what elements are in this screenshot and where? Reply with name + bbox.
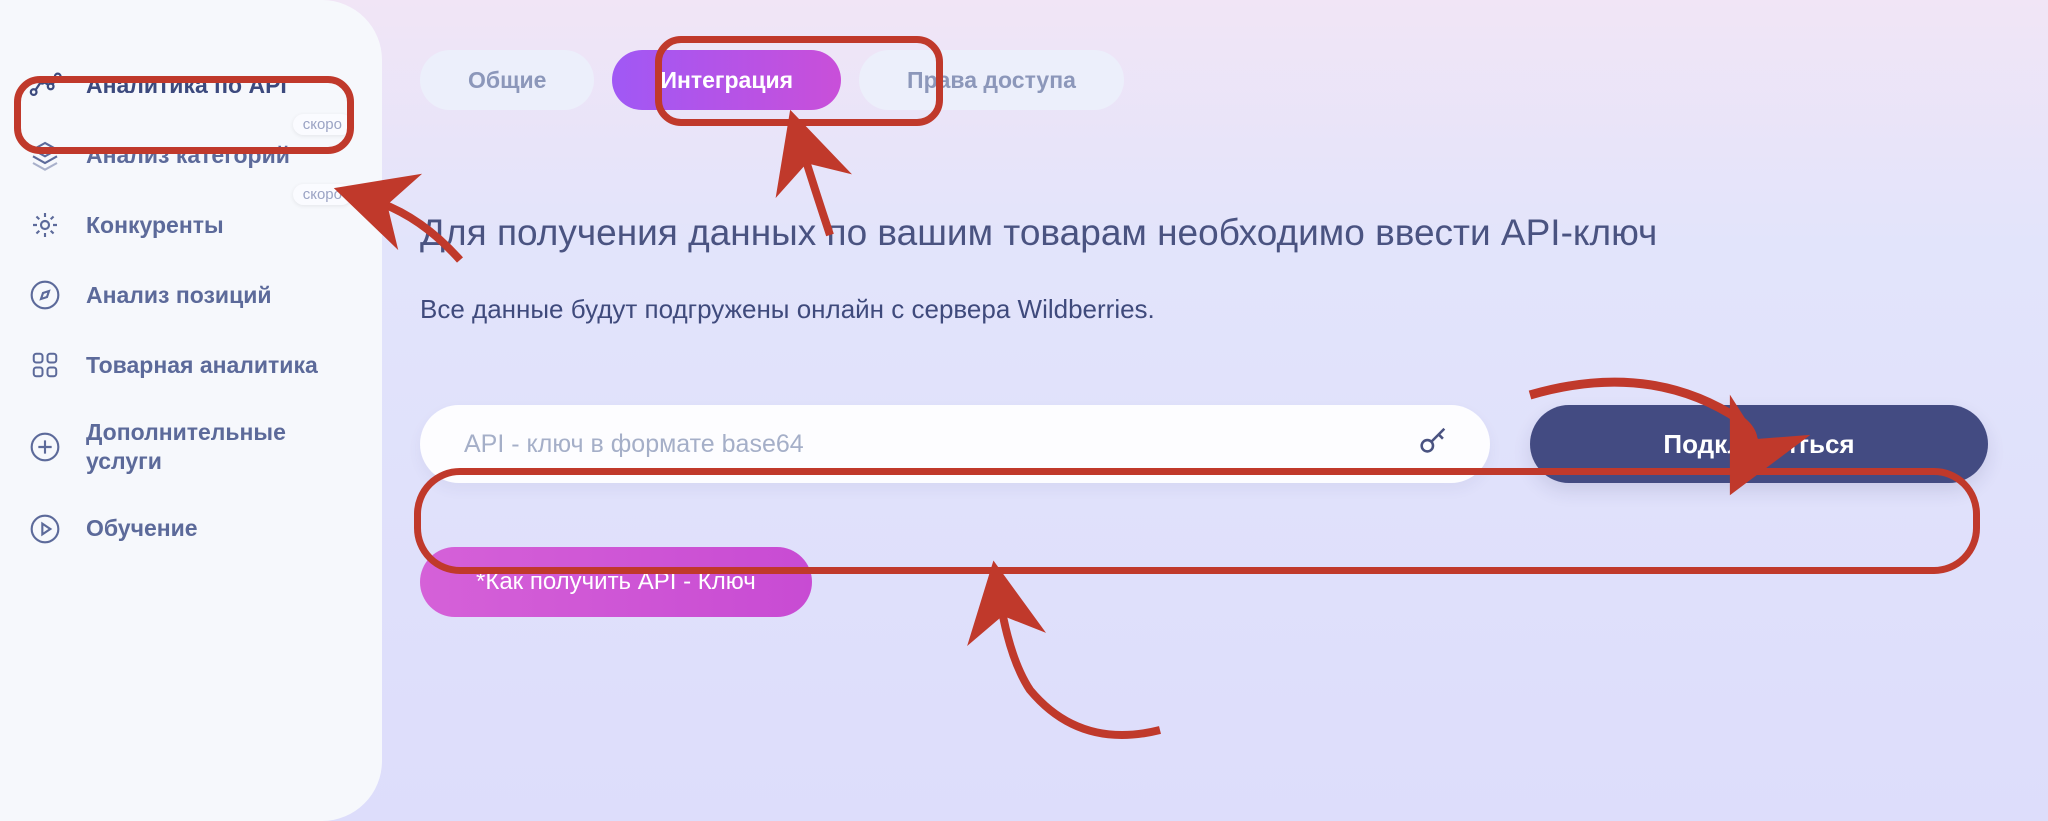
sidebar-item-categories[interactable]: Анализ категорий скоро — [0, 120, 382, 190]
tab-integration[interactable]: Интеграция — [612, 50, 841, 110]
grid-icon — [28, 348, 62, 382]
tab-label: Интеграция — [660, 67, 793, 94]
play-circle-icon — [28, 512, 62, 546]
sidebar-item-label: Конкуренты — [86, 212, 224, 239]
page-subheading: Все данные будут подгружены онлайн с сер… — [420, 294, 1988, 325]
tab-access[interactable]: Права доступа — [859, 50, 1124, 110]
api-form-row: Подключиться — [420, 405, 1988, 483]
sidebar-item-label: Дополнительные услуги — [86, 418, 362, 476]
layers-icon — [28, 138, 62, 172]
sidebar-item-label: Анализ позиций — [86, 282, 272, 309]
compass-icon — [28, 278, 62, 312]
star-icon — [28, 208, 62, 242]
sidebar-item-product-analytics[interactable]: Товарная аналитика — [0, 330, 382, 400]
tab-label: Общие — [468, 67, 546, 94]
sidebar-item-learning[interactable]: Обучение — [0, 494, 382, 564]
how-to-get-key-button[interactable]: *Как получить API - Ключ — [420, 547, 812, 617]
analytics-icon — [28, 68, 62, 102]
button-label: *Как получить API - Ключ — [476, 568, 756, 595]
tab-label: Права доступа — [907, 67, 1076, 94]
api-key-input[interactable] — [420, 405, 1490, 483]
sidebar-item-competitors[interactable]: Конкуренты скоро — [0, 190, 382, 260]
sidebar-item-label: Аналитика по API — [86, 72, 287, 99]
sidebar: Аналитика по API Анализ категорий скоро … — [0, 0, 382, 821]
sidebar-item-analytics-api[interactable]: Аналитика по API — [0, 50, 382, 120]
key-icon — [1416, 425, 1450, 464]
main-content: Общие Интеграция Права доступа Для получ… — [382, 0, 2048, 821]
soon-badge: скоро — [293, 114, 352, 135]
tab-general[interactable]: Общие — [420, 50, 594, 110]
plus-circle-icon — [28, 430, 62, 464]
sidebar-item-label: Анализ категорий — [86, 142, 290, 169]
page-heading: Для получения данных по вашим товарам не… — [420, 212, 1988, 254]
soon-badge: скоро — [293, 184, 352, 205]
sidebar-item-label: Товарная аналитика — [86, 352, 318, 379]
sidebar-item-label: Обучение — [86, 515, 198, 542]
tabs: Общие Интеграция Права доступа — [420, 50, 1988, 110]
sidebar-item-extra-services[interactable]: Дополнительные услуги — [0, 400, 382, 494]
sidebar-item-positions[interactable]: Анализ позиций — [0, 260, 382, 330]
button-label: Подключиться — [1663, 429, 1854, 459]
connect-button[interactable]: Подключиться — [1530, 405, 1988, 483]
